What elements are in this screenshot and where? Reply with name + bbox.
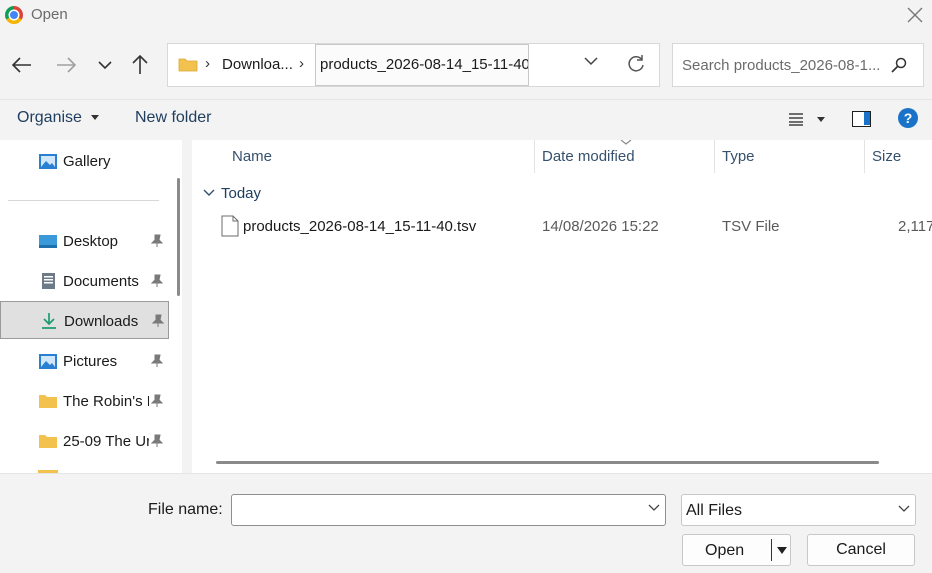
recent-locations-button[interactable] xyxy=(90,50,120,80)
breadcrumb-downloads[interactable]: Downloa... xyxy=(222,56,293,73)
column-divider[interactable] xyxy=(534,140,535,173)
command-toolbar: Organise New folder xyxy=(0,99,932,139)
desktop-icon xyxy=(39,235,57,248)
pin-icon[interactable] xyxy=(151,434,163,448)
sidebar-item-desktop[interactable]: Desktop xyxy=(0,222,169,260)
pin-icon[interactable] xyxy=(151,274,163,288)
breadcrumb-separator-icon: › xyxy=(205,55,210,72)
breadcrumb-separator-icon: › xyxy=(299,55,304,72)
file-name-label: File name: xyxy=(148,501,223,518)
file-list: Name Date modified Type Size Today produ… xyxy=(192,140,932,473)
pin-icon[interactable] xyxy=(151,234,163,248)
close-button[interactable] xyxy=(900,2,930,28)
caret-down-icon[interactable] xyxy=(817,117,825,122)
column-divider[interactable] xyxy=(864,140,865,173)
file-size-cell: 2,117 xyxy=(898,218,932,235)
close-icon xyxy=(907,7,923,23)
refresh-icon[interactable] xyxy=(626,54,646,74)
documents-icon xyxy=(42,273,55,289)
view-options-icon[interactable] xyxy=(788,112,804,126)
sidebar-scrollbar[interactable] xyxy=(177,178,180,296)
dialog-footer: File name: All Files Open Cancel xyxy=(0,473,932,573)
collapse-group-icon[interactable] xyxy=(203,188,215,198)
file-type-value: All Files xyxy=(686,502,743,519)
folder-icon xyxy=(178,58,198,72)
navigation-pane: Gallery Desktop Documents Downloads Pict… xyxy=(0,140,182,473)
title-bar: Open xyxy=(0,0,932,30)
sidebar-item-label: The Robin's E xyxy=(63,393,149,410)
sidebar-item-gallery[interactable]: Gallery xyxy=(0,142,169,180)
file-name-field[interactable] xyxy=(231,494,666,526)
back-button[interactable] xyxy=(7,50,37,80)
file-icon xyxy=(221,215,239,237)
file-date-cell: 14/08/2026 15:22 xyxy=(542,218,659,235)
arrow-right-icon xyxy=(57,57,76,73)
forward-button[interactable] xyxy=(51,50,81,80)
column-header-type[interactable]: Type xyxy=(722,148,755,165)
gallery-icon xyxy=(39,154,57,169)
sidebar-item-label: Pictures xyxy=(63,353,118,370)
sidebar-item-documents[interactable]: Documents xyxy=(0,262,169,300)
new-folder-button[interactable]: New folder xyxy=(135,109,211,127)
arrow-left-icon xyxy=(12,57,31,73)
address-bar[interactable]: › Downloa... › products_2026-08-14_15-11… xyxy=(167,43,660,87)
pane-splitter[interactable] xyxy=(182,140,192,473)
pictures-icon xyxy=(39,354,57,369)
organise-button[interactable]: Organise xyxy=(17,109,82,127)
column-header-size[interactable]: Size xyxy=(872,148,901,165)
horizontal-scrollbar[interactable] xyxy=(216,461,879,464)
downloads-icon xyxy=(42,313,56,329)
preview-pane-icon[interactable] xyxy=(852,111,871,127)
chevron-down-icon xyxy=(98,61,112,70)
chevron-down-icon xyxy=(898,505,910,512)
sidebar-item-label: Downloads xyxy=(64,313,139,330)
group-header-today[interactable]: Today xyxy=(221,185,261,202)
search-input[interactable]: Search products_2026-08-1... xyxy=(672,43,924,87)
up-button[interactable] xyxy=(125,50,155,80)
sidebar-divider xyxy=(8,200,159,201)
search-placeholder: Search products_2026-08-1... xyxy=(682,57,881,74)
sidebar-item-25-09-folder[interactable]: 25-09 The Ur xyxy=(0,422,169,460)
open-button[interactable]: Open xyxy=(682,534,791,566)
chevron-down-icon[interactable] xyxy=(648,504,660,512)
chrome-app-icon xyxy=(5,6,23,24)
pin-icon[interactable] xyxy=(151,354,163,368)
sidebar-item-label: 25-09 The Ur xyxy=(63,433,149,450)
pin-icon[interactable] xyxy=(151,394,163,408)
breadcrumb-current[interactable]: products_2026-08-14_15-11-40 xyxy=(315,44,529,86)
open-options-dropdown-icon[interactable] xyxy=(777,547,787,554)
cancel-button[interactable]: Cancel xyxy=(807,534,915,566)
table-row[interactable]: products_2026-08-14_15-11-40.tsv 14/08/2… xyxy=(216,213,932,241)
column-divider[interactable] xyxy=(714,140,715,173)
column-header-date[interactable]: Date modified xyxy=(542,148,635,165)
open-button-label: Open xyxy=(705,542,745,559)
window-title: Open xyxy=(31,6,68,23)
sidebar-item-label: Desktop xyxy=(63,233,119,250)
pin-icon[interactable] xyxy=(152,314,164,328)
split-divider xyxy=(771,539,772,561)
search-icon xyxy=(891,57,907,73)
file-type-select[interactable]: All Files xyxy=(681,494,916,526)
folder-icon xyxy=(39,435,57,448)
caret-down-icon xyxy=(91,115,99,120)
sidebar-item-pictures[interactable]: Pictures xyxy=(0,342,169,380)
sidebar-item-robins-folder[interactable]: The Robin's E xyxy=(0,382,169,420)
chevron-down-icon[interactable] xyxy=(584,56,598,66)
sidebar-item-label: Documents xyxy=(63,273,139,290)
column-header-name[interactable]: Name xyxy=(232,148,272,165)
file-name-cell: products_2026-08-14_15-11-40.tsv xyxy=(243,218,477,235)
sidebar-item-downloads[interactable]: Downloads xyxy=(0,301,169,339)
help-icon[interactable]: ? xyxy=(898,108,918,128)
file-type-cell: TSV File xyxy=(722,218,780,235)
sidebar-item-label: Gallery xyxy=(63,153,111,170)
folder-icon xyxy=(39,395,57,408)
arrow-up-icon xyxy=(132,55,148,74)
